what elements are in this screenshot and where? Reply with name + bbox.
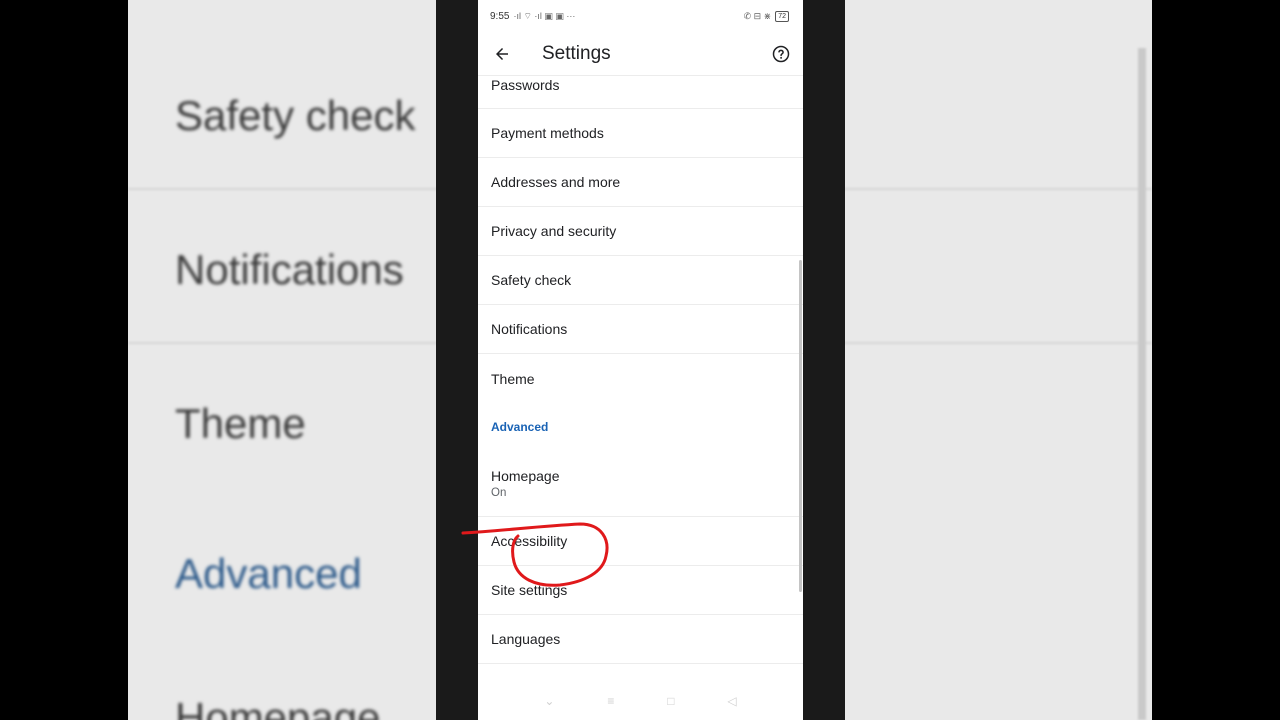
settings-item-languages[interactable]: Languages — [478, 615, 803, 664]
settings-item-payment-methods[interactable]: Payment methods — [478, 109, 803, 158]
page-title: Settings — [542, 42, 611, 64]
item-label: Homepage — [491, 468, 560, 484]
scrollbar[interactable] — [799, 260, 802, 592]
settings-item-notifications[interactable]: Notifications — [478, 305, 803, 354]
settings-item-privacy-security[interactable]: Privacy and security — [478, 207, 803, 256]
settings-item-theme[interactable]: Theme — [478, 354, 803, 403]
status-bar: 9:55 ·ıl ⌔ ·ıl ▣ ▣ ··· ✆ ⊟ ⋇ 72 — [478, 0, 803, 32]
item-label: Accessibility — [491, 533, 568, 549]
settings-list: Passwords Payment methods Addresses and … — [478, 76, 803, 664]
settings-item-passwords[interactable]: Passwords — [478, 76, 803, 109]
bg-text-homepage: Homepage — [175, 694, 381, 720]
item-label: Privacy and security — [491, 223, 617, 239]
signal-wifi-icons: ·ıl ⌔ ·ıl ▣ ▣ ··· — [513, 10, 576, 21]
bg-text-notifications: Notifications — [175, 246, 404, 293]
system-nav-bar: ⌄ ≡ □ ◁ — [478, 682, 803, 720]
item-label: Safety check — [491, 272, 572, 288]
item-label: Addresses and more — [491, 174, 621, 190]
item-label: Passwords — [491, 77, 560, 93]
section-header-advanced: Advanced — [491, 420, 549, 434]
bg-shadow-right — [803, 0, 845, 720]
settings-item-site-settings[interactable]: Site settings — [478, 566, 803, 615]
home-icon[interactable]: □ — [667, 694, 674, 708]
recents-icon[interactable]: ≡ — [607, 694, 614, 708]
settings-item-accessibility[interactable]: Accessibility — [478, 517, 803, 566]
back-triangle-icon[interactable]: ◁ — [727, 694, 736, 708]
status-icons: ✆ ⊟ ⋇ — [743, 10, 772, 21]
bg-text-theme: Theme — [175, 400, 306, 447]
item-label: Site settings — [491, 582, 568, 598]
item-label: Notifications — [491, 321, 568, 337]
bg-text-advanced: Advanced — [175, 550, 362, 597]
chevron-down-icon[interactable]: ⌄ — [544, 694, 554, 708]
item-label: Payment methods — [491, 125, 604, 141]
bg-text-safety-check: Safety check — [175, 92, 416, 139]
homepage-status: On — [491, 487, 507, 499]
bg-scrollbar — [1138, 48, 1146, 720]
help-circle-icon[interactable] — [769, 42, 793, 66]
settings-item-safety-check[interactable]: Safety check — [478, 256, 803, 305]
app-bar: Settings — [478, 32, 803, 76]
item-label: Theme — [491, 370, 535, 387]
item-label: Languages — [491, 631, 561, 647]
settings-item-addresses[interactable]: Addresses and more — [478, 158, 803, 207]
status-time: 9:55 — [490, 10, 510, 22]
battery-icon: 72 — [775, 10, 789, 22]
settings-item-homepage[interactable]: Homepage On — [478, 451, 803, 517]
bg-shadow-left — [436, 0, 478, 720]
arrow-left-icon[interactable] — [490, 42, 514, 66]
phone-screen: 9:55 ·ıl ⌔ ·ıl ▣ ▣ ··· ✆ ⊟ ⋇ 72 Settings… — [478, 0, 803, 720]
